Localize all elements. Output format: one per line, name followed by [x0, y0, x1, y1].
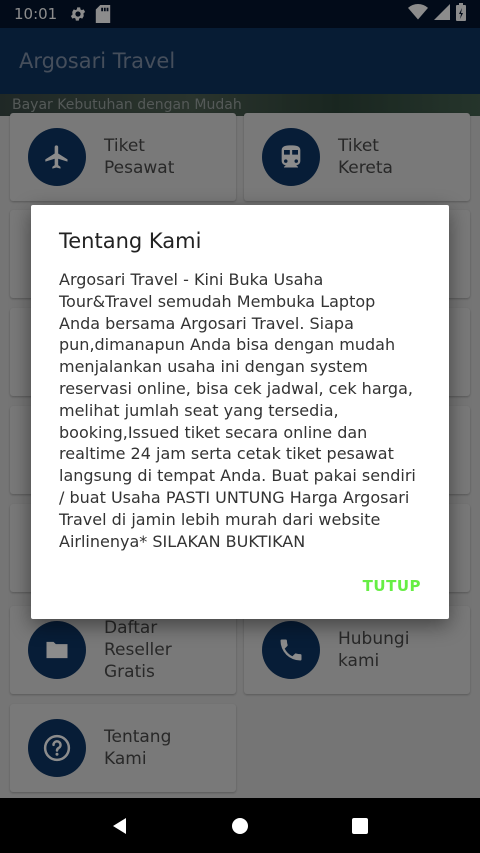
back-button[interactable]: [100, 806, 140, 846]
dialog-title: Tentang Kami: [59, 229, 202, 253]
about-dialog: Tentang Kami Argosari Travel - Kini Buka…: [31, 205, 449, 619]
recents-icon: [352, 817, 368, 834]
dialog-body: Argosari Travel - Kini Buka Usaha Tour&T…: [59, 270, 416, 551]
home-button[interactable]: [220, 806, 260, 846]
close-button[interactable]: TUTUP: [363, 577, 421, 595]
recents-button[interactable]: [340, 806, 380, 846]
back-icon: [113, 817, 126, 834]
system-nav-bar: [0, 798, 480, 853]
home-icon: [232, 817, 248, 834]
